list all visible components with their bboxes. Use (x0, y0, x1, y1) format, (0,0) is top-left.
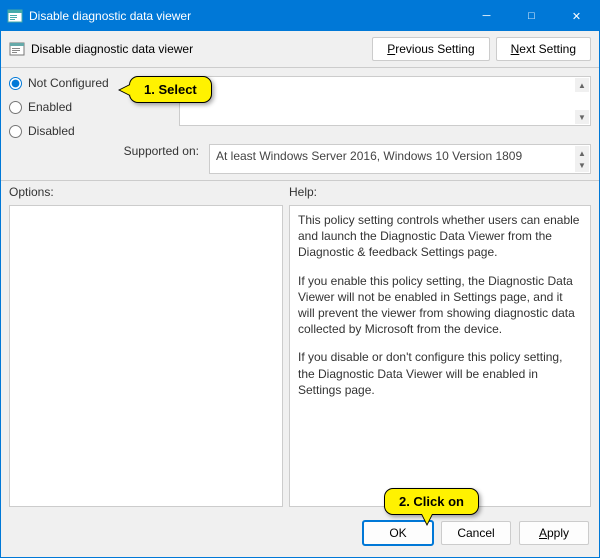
scroll-down-icon[interactable]: ▼ (575, 110, 589, 124)
scroll-down-icon[interactable]: ▼ (575, 158, 589, 172)
annotation-click: 2. Click on (384, 488, 479, 515)
help-paragraph: If you disable or don't configure this p… (298, 349, 582, 398)
help-pane: This policy setting controls whether use… (289, 205, 591, 507)
comment-column: ▲ ▼ (179, 76, 591, 138)
titlebar: Disable diagnostic data viewer ─ □ ✕ (1, 1, 599, 31)
header-row: Disable diagnostic data viewer Previous … (1, 31, 599, 67)
scroll-up-icon[interactable]: ▲ (575, 78, 589, 92)
annotation-click-text: 2. Click on (399, 494, 464, 509)
policy-title: Disable diagnostic data viewer (31, 42, 366, 56)
config-row: Not Configured Enabled Disabled ▲ ▼ (1, 68, 599, 142)
options-pane (9, 205, 283, 507)
help-label: Help: (289, 185, 317, 199)
supported-on-label: Supported on: (9, 144, 199, 158)
radio-disabled-input[interactable] (9, 125, 22, 138)
radio-enabled-label: Enabled (28, 100, 72, 114)
help-paragraph: This policy setting controls whether use… (298, 212, 582, 261)
annotation-tail-icon (421, 514, 433, 526)
radio-not-configured-input[interactable] (9, 77, 22, 90)
panes-header: Options: Help: (1, 181, 599, 203)
help-text: This policy setting controls whether use… (298, 212, 582, 398)
annotation-select-text: 1. Select (144, 82, 197, 97)
annotation-tail-icon (118, 84, 130, 96)
dialog-button-row: OK Cancel Apply (1, 513, 599, 557)
minimize-button[interactable]: ─ (464, 1, 509, 31)
radio-disabled-label: Disabled (28, 124, 75, 138)
radio-not-configured-label: Not Configured (28, 76, 109, 90)
cancel-button[interactable]: Cancel (441, 521, 511, 545)
help-paragraph: If you enable this policy setting, the D… (298, 273, 582, 338)
apply-button[interactable]: Apply (519, 521, 589, 545)
supported-on-value-box: At least Windows Server 2016, Windows 10… (209, 144, 591, 174)
app-icon (7, 8, 23, 24)
supported-on-row: Supported on: At least Windows Server 20… (1, 142, 599, 180)
radio-disabled[interactable]: Disabled (9, 124, 159, 138)
comment-textarea[interactable]: ▲ ▼ (179, 76, 591, 126)
policy-icon (9, 41, 25, 57)
gpo-policy-dialog: Disable diagnostic data viewer ─ □ ✕ Dis… (0, 0, 600, 558)
supported-on-value: At least Windows Server 2016, Windows 10… (216, 149, 522, 163)
maximize-button[interactable]: □ (509, 1, 554, 31)
options-label: Options: (9, 185, 289, 199)
previous-setting-button[interactable]: Previous Setting (372, 37, 489, 61)
panes: This policy setting controls whether use… (1, 203, 599, 513)
next-setting-button[interactable]: Next Setting (496, 37, 591, 61)
window-title: Disable diagnostic data viewer (29, 9, 464, 23)
radio-enabled-input[interactable] (9, 101, 22, 114)
annotation-select: 1. Select (129, 76, 212, 103)
close-button[interactable]: ✕ (554, 1, 599, 31)
